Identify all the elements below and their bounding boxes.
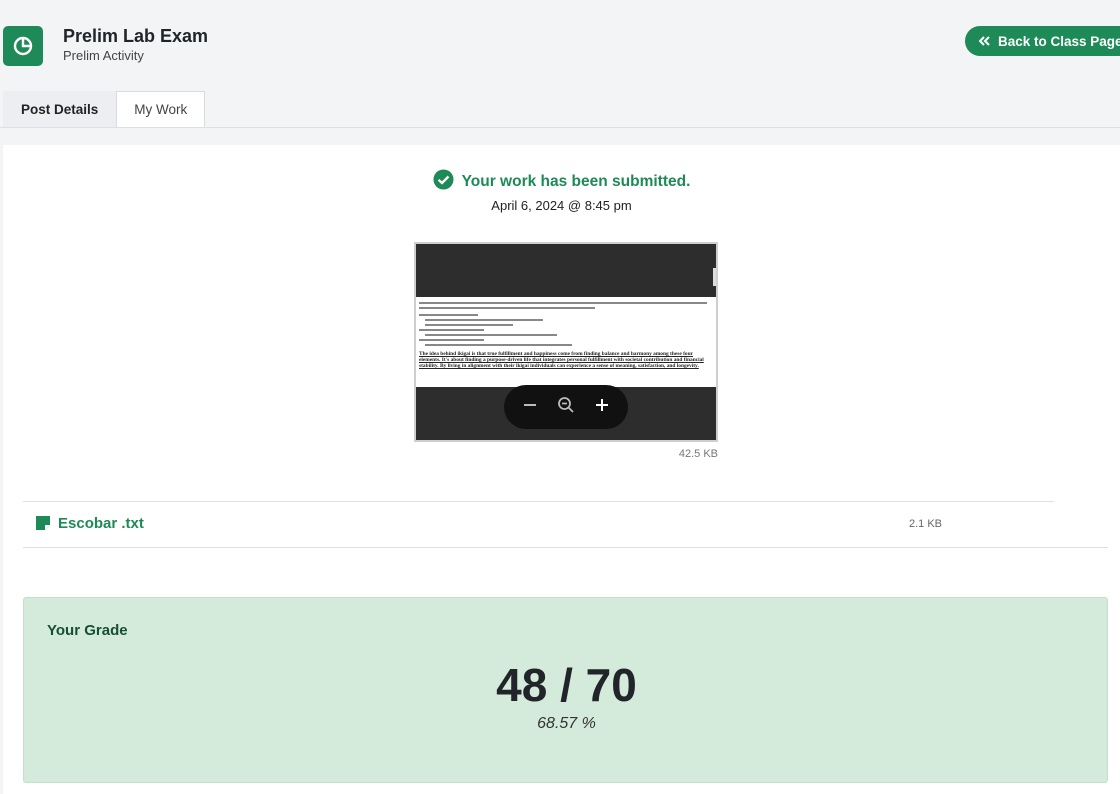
divider <box>23 547 1108 548</box>
page-header: Prelim Lab Exam Prelim Activity Back to … <box>0 0 1120 90</box>
attachment-name-link[interactable]: Escobar .txt <box>58 515 144 532</box>
preview-file-size: 42.5 KB <box>678 448 718 460</box>
grade-score: 48 / 70 <box>496 659 637 711</box>
magnifier-minus-icon <box>557 396 575 419</box>
tab-post-details[interactable]: Post Details <box>3 91 117 128</box>
grade-label: Your Grade <box>47 622 128 639</box>
attachment-row[interactable]: Escobar .txt 2.1 KB <box>23 502 1108 547</box>
file-preview[interactable]: The idea behind ikigai is that true fulf… <box>414 242 718 442</box>
zoom-reset-button[interactable] <box>551 392 581 422</box>
back-to-class-button[interactable]: Back to Class Page <box>965 26 1120 56</box>
tabs-divider <box>0 127 1120 128</box>
tab-my-work[interactable]: My Work <box>116 91 206 128</box>
plus-icon <box>594 397 610 418</box>
submission-status-text: Your work has been submitted. <box>461 173 691 190</box>
submission-status: Your work has been submitted. April 6, 2… <box>3 169 1120 213</box>
zoom-controls <box>504 385 628 429</box>
preview-scrollbar[interactable] <box>713 268 716 286</box>
attachment-size: 2.1 KB <box>909 518 943 530</box>
preview-excerpt: The idea behind ikigai is that true fulf… <box>419 351 704 369</box>
grade-percent: 68.57 % <box>537 715 596 732</box>
file-note-icon <box>36 516 50 530</box>
page-title: Prelim Lab Exam <box>63 26 209 46</box>
main-panel: Your work has been submitted. April 6, 2… <box>3 145 1120 794</box>
zoom-out-button[interactable] <box>515 392 545 422</box>
zoom-in-button[interactable] <box>587 392 617 422</box>
pie-chart-icon <box>3 26 43 66</box>
double-chevron-left-icon <box>979 36 990 46</box>
submission-date: April 6, 2024 @ 8:45 pm <box>491 198 632 213</box>
back-button-label: Back to Class Page <box>998 33 1120 49</box>
grade-card: Your Grade 48 / 70 68.57 % <box>23 597 1108 783</box>
check-circle-icon <box>433 169 454 195</box>
tab-bar: Post Details My Work <box>3 91 206 128</box>
page-subtitle: Prelim Activity <box>63 48 144 63</box>
minus-icon <box>522 397 538 418</box>
preview-document-page: The idea behind ikigai is that true fulf… <box>416 297 716 387</box>
